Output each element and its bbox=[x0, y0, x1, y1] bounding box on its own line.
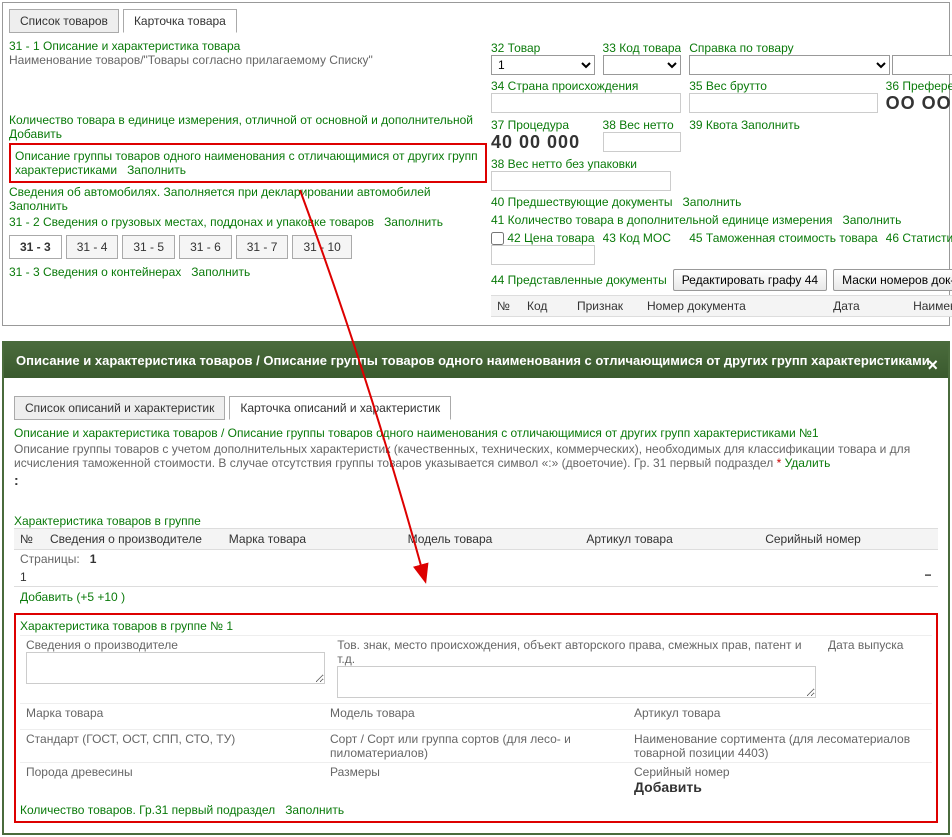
label-42: 42 Цена товара bbox=[491, 231, 595, 245]
required-star: * bbox=[777, 456, 785, 470]
group-desc-highlight: Описание группы товаров одного наименова… bbox=[9, 143, 487, 183]
pages-label: Страницы: bbox=[20, 552, 80, 566]
checkbox-42[interactable] bbox=[491, 232, 504, 245]
label-36: 36 Преференции bbox=[886, 79, 952, 93]
tab-desc-list[interactable]: Список описаний и характеристик bbox=[14, 396, 225, 420]
subtab-31-6[interactable]: 31 - 6 bbox=[179, 235, 232, 259]
section-31-3-link[interactable]: 31 - 3 Сведения о контейнерах bbox=[9, 265, 181, 279]
label-model: Модель товара bbox=[330, 706, 622, 720]
input-35[interactable] bbox=[689, 93, 877, 113]
tab-desc-card[interactable]: Карточка описаний и характеристик bbox=[229, 396, 451, 420]
label-37: 37 Процедура bbox=[491, 118, 595, 132]
label-45: 45 Таможенная стоимость товара bbox=[689, 231, 877, 245]
section-31-2-link[interactable]: 31 - 2 Сведения о грузовых местах, поддо… bbox=[9, 215, 374, 229]
subtabs-31: 31 - 3 31 - 4 31 - 5 31 - 6 31 - 7 31 - … bbox=[9, 235, 487, 259]
input-38[interactable] bbox=[603, 132, 682, 152]
label-article: Артикул товара bbox=[634, 706, 926, 720]
label-38b: 38 Вес нетто без упаковки bbox=[491, 157, 952, 171]
label-35: 35 Вес брутто bbox=[689, 79, 877, 93]
label-46: 46 Статистическая стоимость товара bbox=[886, 231, 952, 245]
group-desc-link[interactable]: Описание группы товаров одного наименова… bbox=[15, 149, 478, 177]
label-sortiment: Наименование сортимента (для лесоматериа… bbox=[634, 732, 926, 760]
subtab-31-7[interactable]: 31 - 7 bbox=[236, 235, 289, 259]
label-32: 32 Товар bbox=[491, 41, 595, 55]
label-serial: Серийный номер bbox=[634, 765, 926, 779]
select-33c[interactable] bbox=[892, 55, 952, 75]
edit-44-button[interactable]: Редактировать графу 44 bbox=[673, 269, 827, 291]
masks-button[interactable]: Маски номеров док-тов bbox=[833, 269, 952, 291]
section-31-3-fill[interactable]: Заполнить bbox=[191, 265, 250, 279]
input-34[interactable] bbox=[491, 93, 681, 113]
group-desc-fill[interactable]: Заполнить bbox=[127, 163, 186, 177]
fill-39[interactable]: Заполнить bbox=[741, 118, 800, 132]
qty-alt-unit-link[interactable]: Количество товара в единице измерения, о… bbox=[9, 113, 473, 127]
qty-goods-fill[interactable]: Заполнить bbox=[285, 803, 344, 817]
label-43: 43 Код МОС bbox=[603, 231, 682, 245]
goods-name-label: Наименование товаров/"Товары согласно пр… bbox=[9, 53, 487, 67]
tab-goods-card[interactable]: Карточка товара bbox=[123, 9, 237, 33]
subtab-31-10[interactable]: 31 - 10 bbox=[292, 235, 351, 259]
label-sort: Сорт / Сорт или группа сортов (для лесо-… bbox=[330, 732, 622, 760]
label-41: 41 Количество товара в дополнительной ед… bbox=[491, 213, 832, 227]
label-manufacturer: Сведения о производителе bbox=[26, 638, 325, 652]
add-link-1[interactable]: Добавить bbox=[9, 127, 62, 141]
char-group-link[interactable]: Характеристика товаров в группе bbox=[14, 514, 938, 528]
label-release-date: Дата выпуска bbox=[828, 638, 926, 652]
subtab-31-5[interactable]: 31 - 5 bbox=[122, 235, 175, 259]
fill-40[interactable]: Заполнить bbox=[683, 195, 742, 209]
modal-header: Описание и характеристика товаров / Опис… bbox=[4, 343, 948, 378]
value-37: 40 00 000 bbox=[491, 132, 595, 153]
section-31-1-link[interactable]: 31 - 1 Описание и характеристика товара bbox=[9, 39, 487, 53]
label-38: 38 Вес нетто bbox=[603, 118, 682, 132]
select-32[interactable]: 1 bbox=[491, 55, 595, 75]
input-manufacturer[interactable] bbox=[26, 652, 325, 684]
value-36: ОО ОО - ОО bbox=[886, 93, 952, 114]
section-31-2-fill[interactable]: Заполнить bbox=[384, 215, 443, 229]
select-33b[interactable] bbox=[689, 55, 890, 75]
add-5-10-link[interactable]: Добавить (+5 +10 ) bbox=[20, 590, 125, 604]
label-wood: Порода древесины bbox=[26, 765, 318, 779]
input-38b[interactable] bbox=[491, 171, 671, 191]
description-modal: Описание и характеристика товаров / Опис… bbox=[2, 341, 950, 835]
label-39: 39 Квота bbox=[689, 118, 737, 132]
select-33[interactable] bbox=[603, 55, 682, 75]
detail-highlight: Характеристика товаров в группе № 1 Свед… bbox=[14, 613, 938, 823]
detail-add-link[interactable]: Добавить bbox=[634, 779, 926, 795]
label-44: 44 Представленные документы bbox=[491, 273, 667, 287]
table-row-num: 1 bbox=[14, 568, 44, 586]
auto-info-fill[interactable]: Заполнить bbox=[9, 199, 68, 213]
label-40: 40 Предшествующие документы bbox=[491, 195, 672, 209]
modal-breadcrumb[interactable]: Описание и характеристика товаров / Опис… bbox=[14, 426, 938, 440]
char-table-header: № Сведения о производителе Марка товара … bbox=[14, 528, 938, 550]
close-icon[interactable]: × bbox=[927, 355, 938, 376]
label-33: 33 Код товара bbox=[603, 41, 682, 55]
desc-value: : bbox=[14, 472, 938, 488]
label-trademark: Тов. знак, место происхождения, объект а… bbox=[337, 638, 816, 666]
tab-goods-list[interactable]: Список товаров bbox=[9, 9, 119, 33]
help-link[interactable]: Справка по товару bbox=[689, 41, 952, 55]
fill-41[interactable]: Заполнить bbox=[842, 213, 901, 227]
subtab-31-3[interactable]: 31 - 3 bbox=[9, 235, 62, 259]
auto-info-link[interactable]: Сведения об автомобилях. Заполняется при… bbox=[9, 185, 431, 199]
label-34: 34 Страна происхождения bbox=[491, 79, 681, 93]
label-brand: Марка товара bbox=[26, 706, 318, 720]
delete-link[interactable]: Удалить bbox=[785, 456, 831, 470]
remove-row-icon[interactable]: − bbox=[918, 568, 938, 586]
label-standard: Стандарт (ГОСТ, ОСТ, СПП, СТО, ТУ) bbox=[26, 732, 318, 746]
page-number[interactable]: 1 bbox=[90, 552, 97, 566]
docs-table-header: № Код Признак Номер документа Дата Наиме… bbox=[491, 295, 952, 317]
input-42[interactable] bbox=[491, 245, 595, 265]
subtab-31-4[interactable]: 31 - 4 bbox=[66, 235, 119, 259]
detail-title[interactable]: Характеристика товаров в группе № 1 bbox=[20, 619, 932, 633]
label-size: Размеры bbox=[330, 765, 622, 779]
input-trademark[interactable] bbox=[337, 666, 816, 698]
qty-goods-link[interactable]: Количество товаров. Гр.31 первый подразд… bbox=[20, 803, 275, 817]
top-tabs: Список товаров Карточка товара bbox=[9, 9, 943, 33]
